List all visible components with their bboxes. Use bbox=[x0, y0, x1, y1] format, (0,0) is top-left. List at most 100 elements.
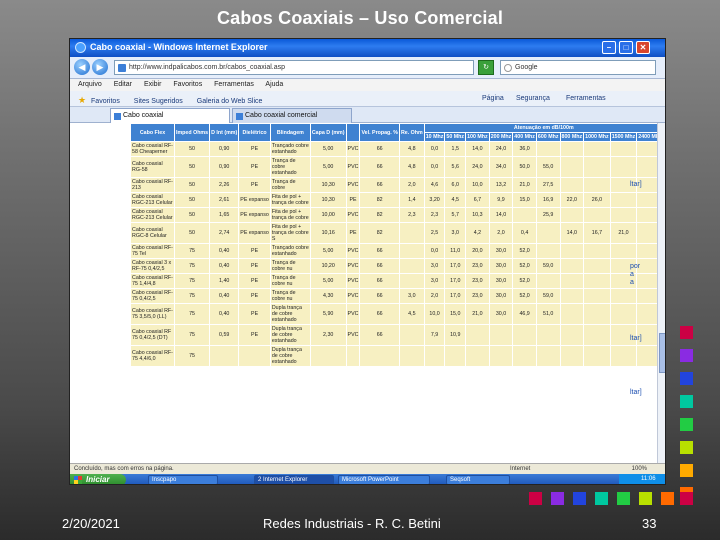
freq-header: 100 Mhz bbox=[465, 132, 490, 142]
menu-editar[interactable]: Editar bbox=[114, 81, 132, 88]
tab-cabo-comercial[interactable]: Cabo coaxial comercial bbox=[232, 108, 352, 123]
cell-attenuation: 23,0 bbox=[465, 273, 490, 289]
minimize-button[interactable]: – bbox=[602, 41, 616, 54]
col-capa: Capa D (mm) bbox=[309, 123, 347, 142]
cell-re bbox=[398, 345, 425, 367]
cell-capa: 2,30 bbox=[309, 324, 347, 346]
task-item[interactable]: 2 Internet Explorer bbox=[254, 475, 334, 484]
start-button[interactable]: Iniciar bbox=[70, 474, 126, 484]
menu-ajuda[interactable]: Ajuda bbox=[265, 81, 283, 88]
tools-menu[interactable]: Ferramentas bbox=[566, 95, 606, 102]
cell-capa-type: PVC bbox=[345, 141, 361, 157]
cell-attenuation bbox=[512, 207, 537, 223]
address-text: http://www.indpalicabos.com.br/cabos_coa… bbox=[129, 64, 286, 71]
cell-attenuation: 2,0 bbox=[488, 222, 514, 244]
scrollbar-thumb[interactable] bbox=[659, 333, 665, 373]
table-row: Cabo coaxial RG-58 50 0,90 PE Trança de cobr… bbox=[130, 156, 664, 178]
task-item[interactable]: Microsoft PowerPoint bbox=[338, 475, 430, 484]
col-capa-type bbox=[345, 123, 361, 142]
cell-attenuation: 20,0 bbox=[465, 243, 490, 259]
cell-diel: PE bbox=[238, 258, 271, 274]
table-row: Cabo coaxial RF-75 1,4/4,8 75 1,40 PE Trança… bbox=[130, 273, 664, 289]
menu-ferramentas[interactable]: Ferramentas bbox=[214, 81, 254, 88]
cell-attenuation: 30,0 bbox=[488, 288, 514, 304]
cell-attenuation bbox=[535, 273, 561, 289]
zoom-level[interactable]: 100% bbox=[632, 466, 647, 472]
cell-attenuation: 13,2 bbox=[488, 177, 514, 193]
cell-diel: PE expanso bbox=[238, 207, 271, 223]
window-title: Cabo coaxial - Windows Internet Explorer bbox=[90, 42, 268, 52]
cell-re: 2,3 bbox=[398, 207, 425, 223]
cell-attenuation: 17,0 bbox=[444, 273, 467, 289]
menu-arquivo[interactable]: Arquivo bbox=[78, 81, 102, 88]
decorative-square bbox=[661, 492, 674, 505]
cell-capa: 10,30 bbox=[309, 177, 347, 193]
cell-vel: 66 bbox=[359, 141, 400, 157]
cell-attenuation: 30,0 bbox=[488, 243, 514, 259]
search-provider-icon bbox=[504, 64, 512, 72]
cell-capa-type: PE bbox=[345, 222, 361, 244]
back-icon[interactable]: ◀ bbox=[74, 59, 90, 75]
cell-attenuation: 21,0 bbox=[609, 222, 638, 244]
forward-icon[interactable]: ▶ bbox=[92, 59, 108, 75]
cell-attenuation bbox=[559, 258, 585, 274]
table-row: Cabo coaxial RF-213 50 2,26 PE Trança de cob… bbox=[130, 177, 664, 193]
cell-name: Cabo coaxial RF-75 4,4/6,0 bbox=[130, 345, 175, 367]
cell-capa: 10,00 bbox=[309, 207, 347, 223]
favorites-button[interactable]: Favoritos bbox=[91, 98, 120, 105]
cell-dint: 0,90 bbox=[209, 156, 240, 178]
decorative-square bbox=[529, 492, 542, 505]
col-imped: Imped Ohms bbox=[173, 123, 211, 142]
cell-attenuation bbox=[609, 288, 638, 304]
decorative-square bbox=[680, 372, 693, 385]
tab-page-icon bbox=[236, 113, 243, 120]
cell-attenuation bbox=[609, 303, 638, 325]
security-menu[interactable]: Segurança bbox=[516, 95, 550, 102]
page-menu[interactable]: Página bbox=[482, 95, 504, 102]
col-re: Re. Ohm bbox=[398, 123, 425, 142]
cell-attenuation: 24,0 bbox=[488, 141, 514, 157]
background-page-text: por bbox=[630, 263, 641, 270]
vertical-scrollbar[interactable] bbox=[657, 123, 665, 463]
cell-dint: 0,90 bbox=[209, 141, 240, 157]
cell-attenuation bbox=[583, 324, 611, 346]
decorative-square bbox=[680, 395, 693, 408]
freq-header: 10 Mhz bbox=[423, 132, 446, 142]
ie-logo-icon bbox=[75, 42, 86, 53]
maximize-button[interactable]: □ bbox=[619, 41, 633, 54]
cell-attenuation: 0,0 bbox=[423, 141, 446, 157]
cell-vel: 66 bbox=[359, 273, 400, 289]
cell-capa-type: PVC bbox=[345, 303, 361, 325]
col-attenuation: Atenuação em dB/100m bbox=[423, 123, 664, 133]
freq-header: 1000 Mhz bbox=[583, 132, 611, 142]
cell-imp: 75 bbox=[173, 324, 211, 346]
search-box[interactable]: Google bbox=[500, 60, 656, 75]
suggested-sites-link[interactable]: Sites Sugeridos bbox=[134, 98, 183, 105]
cell-attenuation: 14,0 bbox=[488, 207, 514, 223]
refresh-button[interactable]: ↻ bbox=[478, 60, 494, 75]
cell-attenuation bbox=[559, 324, 585, 346]
cell-imp: 50 bbox=[173, 141, 211, 157]
cell-imp: 50 bbox=[173, 177, 211, 193]
task-item[interactable]: Inscpapo bbox=[148, 475, 218, 484]
cell-attenuation bbox=[559, 303, 585, 325]
cell-attenuation bbox=[583, 303, 611, 325]
cell-dint: 2,74 bbox=[209, 222, 240, 244]
cell-re bbox=[398, 324, 425, 346]
cell-imp: 75 bbox=[173, 288, 211, 304]
task-item[interactable]: Seqsoft bbox=[446, 475, 510, 484]
freq-header: 50 Mhz bbox=[444, 132, 467, 142]
cell-attenuation bbox=[609, 156, 638, 178]
tab-cabo-coaxial[interactable]: Cabo coaxial bbox=[110, 108, 230, 123]
decorative-square bbox=[595, 492, 608, 505]
close-button[interactable]: ✕ bbox=[636, 41, 650, 54]
cell-attenuation: 52,0 bbox=[512, 258, 537, 274]
cell-capa: 10,30 bbox=[309, 192, 347, 208]
menu-exibir[interactable]: Exibir bbox=[144, 81, 162, 88]
web-slice-gallery-link[interactable]: Galeria do Web Slice bbox=[197, 98, 263, 105]
address-bar[interactable]: http://www.indpalicabos.com.br/cabos_coa… bbox=[114, 60, 474, 75]
menu-favoritos[interactable]: Favoritos bbox=[173, 81, 202, 88]
cell-diel: PE bbox=[238, 288, 271, 304]
background-page-text: a bbox=[630, 271, 634, 278]
status-bar: Concluído, mas com erros na página. Inte… bbox=[70, 463, 665, 474]
